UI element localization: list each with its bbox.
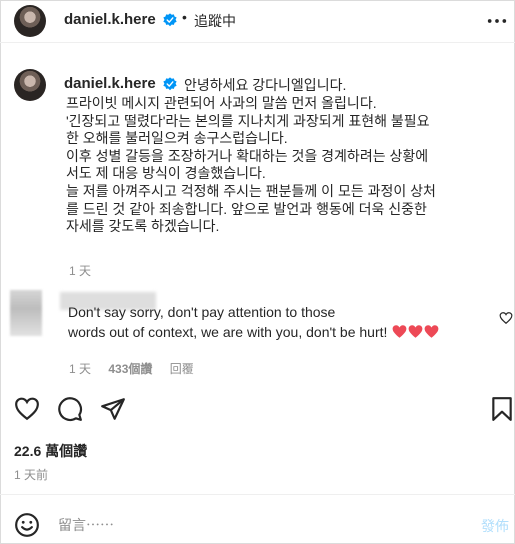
comment-line: words out of context, we are with you, d… bbox=[68, 322, 468, 342]
caption-timestamp[interactable]: 1 天 bbox=[69, 262, 91, 279]
caption-line: 자세를 갖도록 하겠습니다. bbox=[66, 218, 220, 235]
comment-line-text: words out of context, we are with you, d… bbox=[68, 324, 388, 340]
caption-avatar[interactable] bbox=[14, 69, 46, 101]
post-button[interactable]: 發佈 bbox=[481, 516, 509, 536]
follow-status-button[interactable]: 追蹤中 bbox=[194, 11, 236, 31]
save-icon[interactable] bbox=[489, 396, 515, 422]
commenter-avatar-blurred[interactable] bbox=[10, 290, 42, 336]
caption-line: 를 드린 것 같아 죄송합니다. 앞으로 발언과 행동에 더욱 신중한 bbox=[66, 200, 427, 217]
post-header: daniel.k.here • 追蹤中 bbox=[0, 0, 515, 43]
emoji-icon[interactable] bbox=[14, 512, 40, 538]
reply-button[interactable]: 回覆 bbox=[170, 362, 194, 376]
red-heart-icon bbox=[408, 325, 423, 338]
heart-icon[interactable] bbox=[14, 396, 40, 422]
comment-like-heart-icon[interactable] bbox=[499, 311, 513, 325]
separator-dot: • bbox=[182, 9, 187, 25]
caption-line: 서도 제 대응 방식이 경솔했습니다. bbox=[66, 165, 266, 182]
caption-line: 이후 성별 갈등을 조장하거나 확대하는 것을 경계하려는 상황에 bbox=[66, 147, 429, 164]
verified-icon bbox=[163, 13, 177, 27]
comment-icon[interactable] bbox=[57, 396, 83, 422]
more-icon[interactable] bbox=[486, 11, 508, 31]
caption-username[interactable]: daniel.k.here bbox=[64, 75, 156, 92]
comment-timestamp[interactable]: 1 天 bbox=[69, 362, 91, 376]
post-timestamp[interactable]: 1 天前 bbox=[14, 466, 48, 483]
comment-line: Don't say sorry, don't pay attention to … bbox=[68, 302, 468, 322]
comment-line-text: Don't say sorry, don't pay attention to … bbox=[68, 304, 336, 320]
avatar[interactable] bbox=[14, 5, 46, 37]
caption-line: 프라이빗 메시지 관련되어 사과의 말씀 먼저 올립니다. bbox=[66, 95, 377, 111]
comment-likes[interactable]: 433個讚 bbox=[108, 362, 152, 376]
caption-line: '긴장되고 떨렸다'라는 본의를 지나치게 과장되게 표현해 불필요 bbox=[66, 112, 430, 129]
comment-text: Don't say sorry, don't pay attention to … bbox=[68, 302, 468, 342]
caption-text: 프라이빗 메시지 관련되어 사과의 말씀 먼저 올립니다. '긴장되고 떨렸다'… bbox=[66, 95, 506, 236]
comment-input[interactable] bbox=[58, 515, 458, 535]
caption-greeting: 안녕하세요 강다니엘입니다. bbox=[184, 77, 347, 93]
red-heart-icon bbox=[392, 325, 407, 338]
header-username[interactable]: daniel.k.here bbox=[64, 11, 156, 28]
verified-icon bbox=[163, 77, 177, 91]
comment-meta: 1 天 433個讚 回覆 bbox=[69, 360, 208, 377]
caption-line: 늘 저를 아껴주시고 걱정해 주시는 팬분들께 이 모든 과정이 상처 bbox=[66, 182, 436, 199]
share-icon[interactable] bbox=[100, 396, 126, 422]
red-heart-icon bbox=[424, 325, 439, 338]
view-count[interactable]: 22.6 萬個讚 bbox=[14, 441, 87, 461]
caption-line: 한 오해를 불러일으켜 송구스럽습니다. bbox=[66, 130, 288, 147]
divider bbox=[0, 494, 515, 495]
